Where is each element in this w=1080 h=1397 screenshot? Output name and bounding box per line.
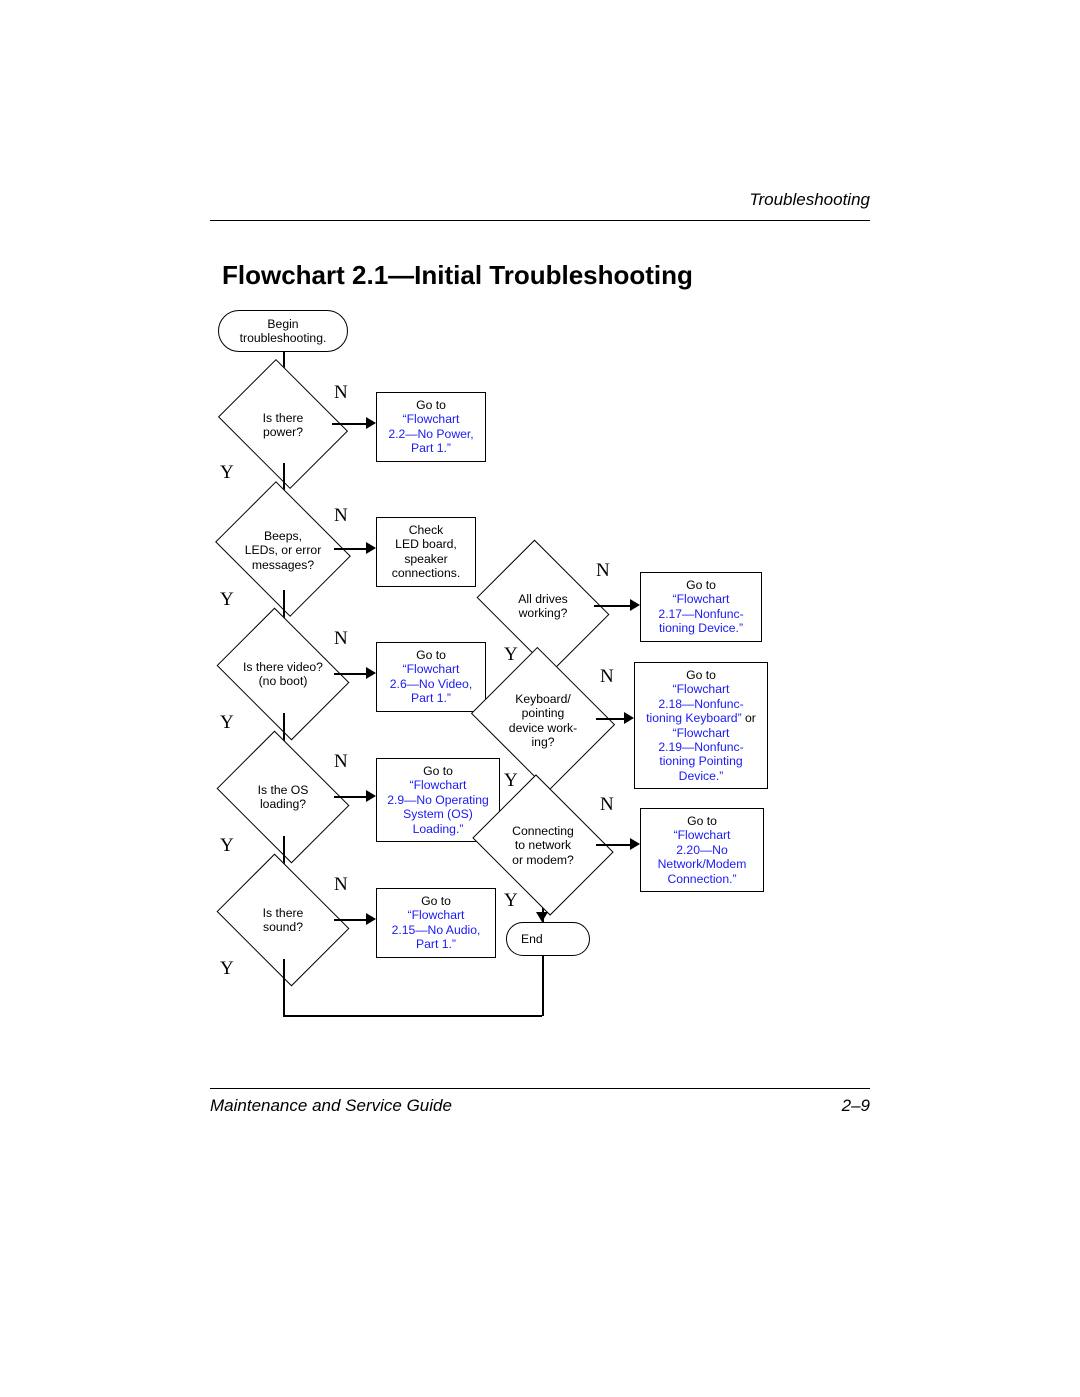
label-n: N [334, 874, 348, 896]
process-check-led-text: CheckLED board,speakerconnections. [392, 523, 460, 580]
goto-prefix: Go to [383, 764, 493, 778]
process-no-power: Go to “Flowchart2.2—No Power,Part 1.” [376, 392, 486, 462]
label-y: Y [220, 958, 234, 980]
goto-prefix: Go to [383, 398, 479, 412]
goto-prefix: Go to [383, 894, 489, 908]
footer-left: Maintenance and Service Guide [210, 1096, 452, 1116]
page: Troubleshooting Flowchart 2.1—Initial Tr… [0, 0, 1080, 1397]
or-text: or [742, 711, 756, 725]
label-n: N [600, 666, 614, 688]
link-flowchart-2-17[interactable]: “Flowchart2.17—Nonfunc-tioning Device.” [658, 592, 743, 635]
flowchart: Begintroubleshooting. Is therepower? Y N… [210, 310, 870, 1070]
link-flowchart-2-2[interactable]: “Flowchart2.2—No Power,Part 1.” [388, 412, 473, 455]
label-y: Y [220, 835, 234, 857]
process-no-video: Go to “Flowchart2.6—No Video,Part 1.” [376, 642, 486, 712]
terminator-end: End [506, 922, 590, 956]
process-no-audio: Go to “Flowchart2.15—No Audio,Part 1.” [376, 888, 496, 958]
process-nonfunc-device: Go to “Flowchart2.17—Nonfunc-tioning Dev… [640, 572, 762, 642]
goto-prefix: Go to [647, 578, 755, 592]
rule-bottom [210, 1088, 870, 1089]
link-flowchart-2-19[interactable]: “Flowchart2.19—Nonfunc-tioning PointingD… [658, 726, 743, 783]
link-flowchart-2-6[interactable]: “Flowchart2.6—No Video,Part 1.” [390, 662, 472, 705]
goto-prefix: Go to [383, 648, 479, 662]
running-header: Troubleshooting [749, 190, 870, 210]
process-check-led: CheckLED board,speakerconnections. [376, 517, 476, 587]
process-nonfunc-keyboard: Go to “Flowchart2.18—Nonfunc-tioning Key… [634, 662, 768, 789]
process-no-network: Go to “Flowchart2.20—NoNetwork/ModemConn… [640, 808, 764, 892]
label-n: N [334, 751, 348, 773]
link-flowchart-2-9[interactable]: “Flowchart2.9—No OperatingSystem (OS)Loa… [387, 778, 489, 835]
goto-prefix: Go to [641, 668, 761, 682]
label-y: Y [220, 462, 234, 484]
link-flowchart-2-15[interactable]: “Flowchart2.15—No Audio,Part 1.” [392, 908, 481, 951]
label-y: Y [504, 890, 518, 912]
label-n: N [600, 794, 614, 816]
goto-prefix: Go to [647, 814, 757, 828]
label-y: Y [220, 589, 234, 611]
page-title: Flowchart 2.1—Initial Troubleshooting [222, 260, 693, 291]
label-y: Y [220, 712, 234, 734]
rule-top [210, 220, 870, 221]
label-y: Y [504, 644, 518, 666]
label-n: N [596, 560, 610, 582]
footer-right: 2–9 [842, 1096, 870, 1116]
label-n: N [334, 628, 348, 650]
link-flowchart-2-18[interactable]: “Flowchart2.18—Nonfunc-tioning Keyboard” [646, 682, 744, 725]
label-n: N [334, 505, 348, 527]
label-n: N [334, 382, 348, 404]
terminator-begin: Begintroubleshooting. [218, 310, 348, 352]
link-flowchart-2-20[interactable]: “Flowchart2.20—NoNetwork/ModemConnection… [658, 828, 747, 885]
label-y: Y [504, 770, 518, 792]
